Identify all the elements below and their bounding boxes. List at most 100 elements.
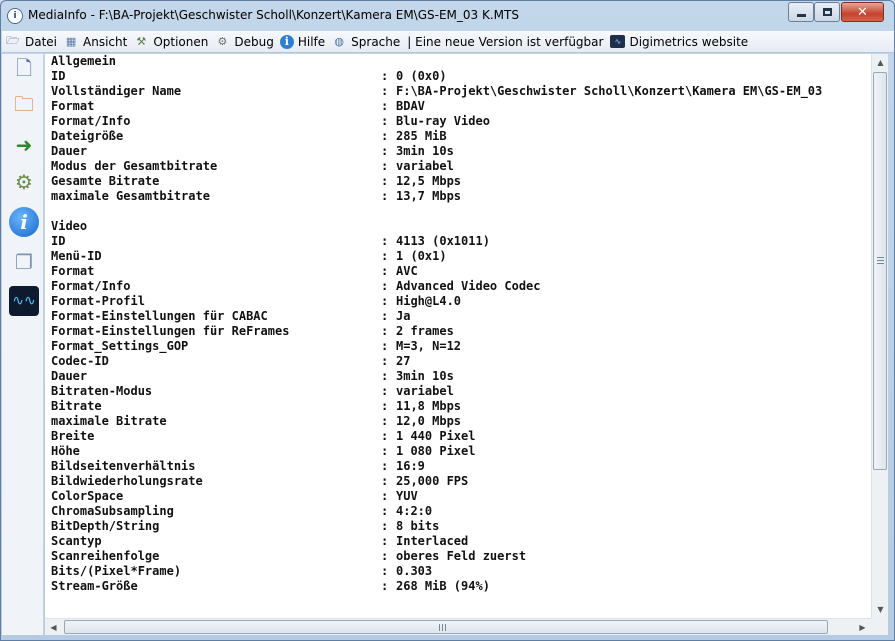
info-separator: : — [381, 279, 389, 293]
grip-icon — [877, 257, 884, 265]
menu-label: Debug — [234, 34, 274, 49]
info-row: Bildwiederholungsrate:25,000 FPS — [51, 474, 822, 489]
options-icon: ⚒ — [136, 35, 147, 48]
info-value: Advanced Video Codec — [396, 279, 541, 293]
menu-optionen[interactable]: ⚒ Optionen — [130, 32, 211, 52]
info-key: Format/Info — [51, 114, 131, 128]
info-separator: : — [381, 189, 389, 203]
info-separator: : — [381, 399, 389, 413]
scroll-up-button[interactable]: ▲ — [872, 54, 889, 71]
info-key: Scanreihenfolge — [51, 549, 160, 563]
file-icon: 🗁 — [6, 34, 20, 47]
info-separator: : — [381, 129, 389, 143]
info-row: Bits/(Pixel*Frame):0.303 — [51, 564, 822, 579]
info-row: Format: BDAV — [51, 99, 822, 114]
info-separator: : — [381, 459, 389, 473]
info-key: Format-Einstellungen für ReFrames — [51, 324, 290, 338]
scroll-left-button[interactable]: ◀ — [45, 619, 62, 636]
menu-ansicht[interactable]: ▦ Ansicht — [60, 32, 130, 52]
info-row: Format_Settings_GOP: M=3, N=12 — [51, 339, 822, 354]
info-value: 2 frames — [396, 324, 454, 338]
info-row: ID:0 (0x0) — [51, 69, 822, 84]
info-value: Interlaced — [396, 534, 469, 548]
close-button[interactable]: ✕ — [841, 2, 884, 22]
info-row: Format/Info: Blu-ray Video — [51, 114, 822, 129]
menu-debug[interactable]: ⚙ Debug — [211, 32, 276, 52]
info-value: High@L4.0 — [396, 294, 462, 308]
settings-icon[interactable]: ⚙ — [9, 167, 39, 197]
info-value: 27 — [396, 354, 411, 368]
info-separator: : — [381, 354, 389, 368]
info-value: 4113 (0x1011) — [396, 234, 490, 248]
info-text-area[interactable]: Allgemein ID:0 (0x0) Vollständiger Name: F:… — [45, 54, 871, 618]
info-row: Bildseitenverhältnis:16:9 — [51, 459, 822, 474]
info-key: Höhe — [51, 444, 80, 458]
scroll-down-button[interactable]: ▼ — [872, 601, 889, 618]
info-separator: : — [381, 444, 389, 458]
export-info-icon[interactable]: ➜ — [9, 130, 39, 160]
section-title: Video — [51, 219, 88, 233]
info-key: Format-Profil — [51, 294, 145, 308]
info-key: Bits/(Pixel*Frame) — [51, 564, 182, 578]
scroll-right-button[interactable]: ▶ — [854, 619, 871, 636]
menu-datei[interactable]: 🗁 Datei — [2, 32, 60, 52]
info-value: 4:2:0 — [396, 504, 433, 518]
info-key: Format_Settings_GOP — [51, 339, 189, 353]
info-value: 3min 10s — [396, 369, 454, 383]
info-icon[interactable]: i — [9, 207, 39, 237]
info-separator: : — [381, 174, 389, 188]
info-row: Bitrate:11,8 Mbps — [51, 399, 822, 414]
help-icon: i — [279, 34, 294, 49]
vertical-scrollbar[interactable]: ▲ ▼ — [871, 54, 888, 618]
info-key: Menü-ID — [51, 249, 102, 263]
info-value: M=3, N=12 — [396, 339, 462, 353]
info-row: Format/Info: Advanced Video Codec — [51, 279, 822, 294]
menu-bar: 🗁 Datei ▦ Ansicht ⚒ Optionen ⚙ Debug i H… — [2, 31, 894, 53]
info-separator: : — [381, 384, 389, 398]
info-value: 25,000 FPS — [396, 474, 469, 488]
digimetrics-icon[interactable]: ∿∿ — [9, 286, 39, 316]
info-separator: : — [381, 414, 389, 428]
info-key: Format/Info — [51, 279, 131, 293]
info-row: Format: AVC — [51, 264, 822, 279]
info-key: Bitrate — [51, 399, 102, 413]
info-key: Gesamte Bitrate — [51, 174, 160, 188]
info-separator: : — [381, 579, 389, 593]
vertical-scroll-thumb[interactable] — [873, 72, 887, 470]
info-row: Breite:1 440 Pixel — [51, 429, 822, 444]
horizontal-scroll-thumb[interactable] — [64, 620, 828, 634]
title-bar[interactable]: i MediaInfo - F:\BA-Projekt\Geschwister … — [1, 1, 894, 31]
info-row: Dauer:3min 10s — [51, 369, 822, 384]
info-row: Format-Profil: High@L4.0 — [51, 294, 822, 309]
info-separator: : — [381, 264, 389, 278]
digimetrics-icon: ∿ — [610, 35, 626, 48]
info-key: maximale Gesamtbitrate — [51, 189, 210, 203]
info-key: ChromaSubsampling — [51, 504, 174, 518]
mediainfo-icon: i — [7, 8, 23, 24]
info-separator: : — [381, 309, 389, 323]
sheet-view-icon[interactable]: ❐ — [9, 247, 39, 277]
info-separator: : — [381, 294, 389, 308]
horizontal-scrollbar[interactable]: ◀ ▶ — [45, 618, 871, 635]
update-notice[interactable]: | Eine neue Version ist verfügbar — [403, 32, 607, 52]
maximize-icon — [822, 8, 832, 16]
info-row: maximale Gesamtbitrate:13,7 Mbps — [51, 189, 822, 204]
minimize-button[interactable] — [788, 2, 814, 22]
maximize-button[interactable] — [814, 2, 840, 22]
info-separator: : — [381, 234, 389, 248]
info-separator: : — [381, 369, 389, 383]
open-folder-icon[interactable]: 🗀 — [9, 92, 39, 122]
info-key: Vollständiger Name — [51, 84, 182, 98]
menu-sprache[interactable]: ◍ Sprache — [328, 32, 403, 52]
info-key: Format — [51, 99, 95, 113]
menu-digimetrics-website[interactable]: ∿ Digimetrics website — [607, 32, 751, 52]
info-separator: : — [381, 549, 389, 563]
info-row: Dateigröße:285 MiB — [51, 129, 822, 144]
media-info-text: Allgemein ID:0 (0x0) Vollständiger Name: F:… — [51, 54, 822, 594]
menu-label: Sprache — [351, 34, 401, 49]
info-separator: : — [381, 474, 389, 488]
info-value: AVC — [396, 264, 418, 278]
mediainfo-window: i MediaInfo - F:\BA-Projekt\Geschwister … — [0, 0, 895, 641]
open-file-icon[interactable]: 🗋 — [9, 56, 39, 86]
menu-hilfe[interactable]: i Hilfe — [277, 32, 328, 52]
